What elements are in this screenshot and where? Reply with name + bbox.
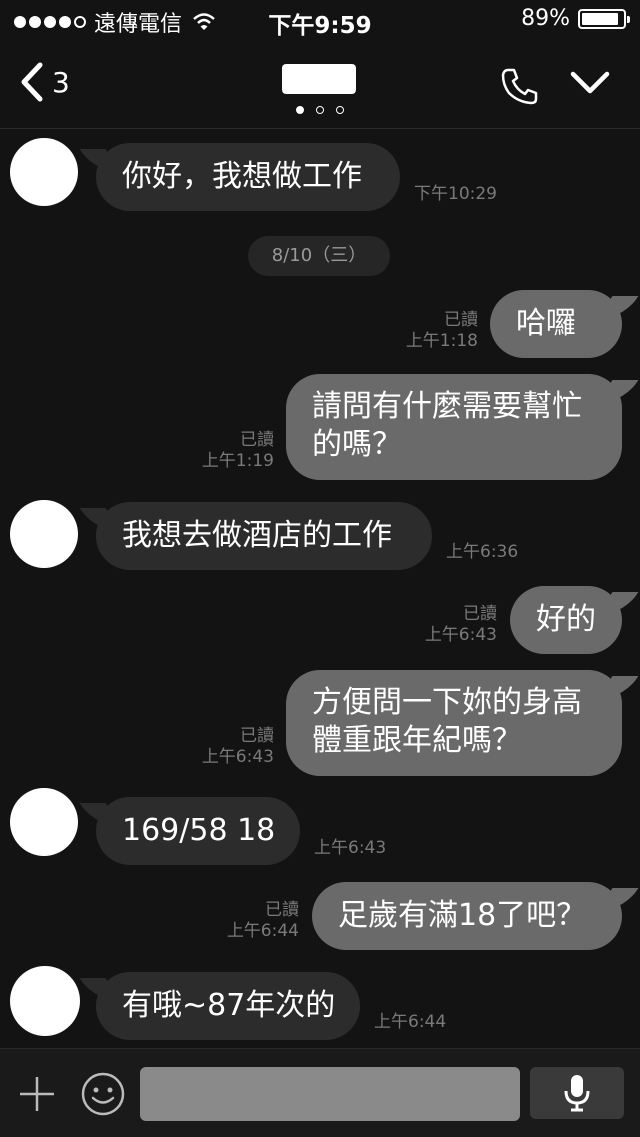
- read-receipt: 已讀 上午6:43: [425, 604, 497, 646]
- time-label: 上午1:18: [405, 331, 478, 351]
- message-text: 哈囉: [516, 306, 576, 341]
- read-label: 已讀: [463, 604, 497, 624]
- message-text-line: 體重跟年紀嗎？: [312, 723, 522, 758]
- time-label: 下午10:29: [414, 184, 497, 204]
- time-label: 上午6:44: [226, 921, 299, 941]
- message-time: 上午6:43: [314, 838, 386, 859]
- read-label: 已讀: [444, 310, 478, 330]
- time-label: 上午6:36: [446, 542, 519, 562]
- battery-percent: 89%: [521, 6, 570, 31]
- message-time: 上午6:36: [446, 542, 518, 563]
- message-text: 有哦~87年次的: [122, 988, 336, 1023]
- time-label: 上午6:43: [201, 747, 274, 767]
- status-bar: 遠傳電信 下午9:59 89%: [0, 0, 640, 42]
- message-text-line: 方便問一下妳的身高: [312, 685, 582, 720]
- outgoing-message: 哈囉: [490, 290, 622, 358]
- read-receipt: 已讀 上午6:43: [202, 726, 274, 768]
- message-text: 你好，我想做工作: [122, 159, 362, 194]
- time-label: 上午6:43: [314, 838, 387, 858]
- message-text: 好的: [536, 602, 596, 637]
- avatar[interactable]: [10, 966, 80, 1036]
- plus-icon[interactable]: [18, 1075, 56, 1113]
- page-indicator: [296, 106, 344, 114]
- message-text: 169/58 18: [122, 813, 276, 848]
- message-time: 上午6:44: [374, 1012, 446, 1033]
- status-right: 89%: [521, 6, 630, 31]
- time-label: 上午6:44: [374, 1012, 447, 1032]
- battery-icon: [578, 8, 630, 29]
- time-label: 上午1:19: [201, 451, 274, 471]
- read-receipt: 已讀 上午6:44: [227, 900, 299, 942]
- read-receipt: 已讀 上午1:19: [202, 430, 274, 472]
- message-text-line: 請問有什麼需要幫忙: [312, 389, 582, 424]
- read-label: 已讀: [240, 430, 274, 450]
- time-label: 上午6:43: [424, 625, 497, 645]
- avatar[interactable]: [10, 500, 78, 568]
- outgoing-message: 好的: [510, 586, 622, 654]
- message-text: 足歲有滿18了吧？: [338, 898, 587, 933]
- outgoing-message: 足歲有滿18了吧？: [312, 882, 622, 950]
- contact-name-redacted: [282, 64, 356, 94]
- incoming-message: 你好，我想做工作: [96, 143, 400, 211]
- outgoing-message: 請問有什麼需要幫忙 的嗎？: [286, 374, 622, 480]
- read-label: 已讀: [265, 900, 299, 920]
- emoji-icon[interactable]: [80, 1071, 126, 1117]
- avatar[interactable]: [10, 138, 78, 206]
- back-button[interactable]: 3: [18, 62, 70, 102]
- microphone-icon: [564, 1075, 590, 1112]
- date-separator: 8/10（三）: [248, 236, 390, 276]
- voice-message-button[interactable]: [530, 1067, 624, 1119]
- read-receipt: 已讀 上午1:18: [406, 310, 478, 352]
- incoming-message: 169/58 18: [96, 797, 300, 865]
- read-label: 已讀: [240, 726, 274, 746]
- incoming-message: 有哦~87年次的: [96, 972, 360, 1040]
- incoming-message: 我想去做酒店的工作: [96, 502, 432, 570]
- message-time: 下午10:29: [414, 184, 497, 205]
- message-input[interactable]: [140, 1067, 520, 1121]
- chat-header: 3: [0, 42, 640, 129]
- phone-icon[interactable]: [500, 66, 540, 106]
- unread-count: 3: [52, 65, 70, 99]
- avatar[interactable]: [10, 788, 78, 856]
- chevron-down-icon[interactable]: [570, 70, 610, 96]
- chevron-left-icon: [21, 62, 43, 102]
- message-input-bar: [0, 1048, 640, 1137]
- message-text: 我想去做酒店的工作: [122, 518, 392, 553]
- outgoing-message: 方便問一下妳的身高 體重跟年紀嗎？: [286, 670, 622, 776]
- message-text-line: 的嗎？: [312, 427, 402, 462]
